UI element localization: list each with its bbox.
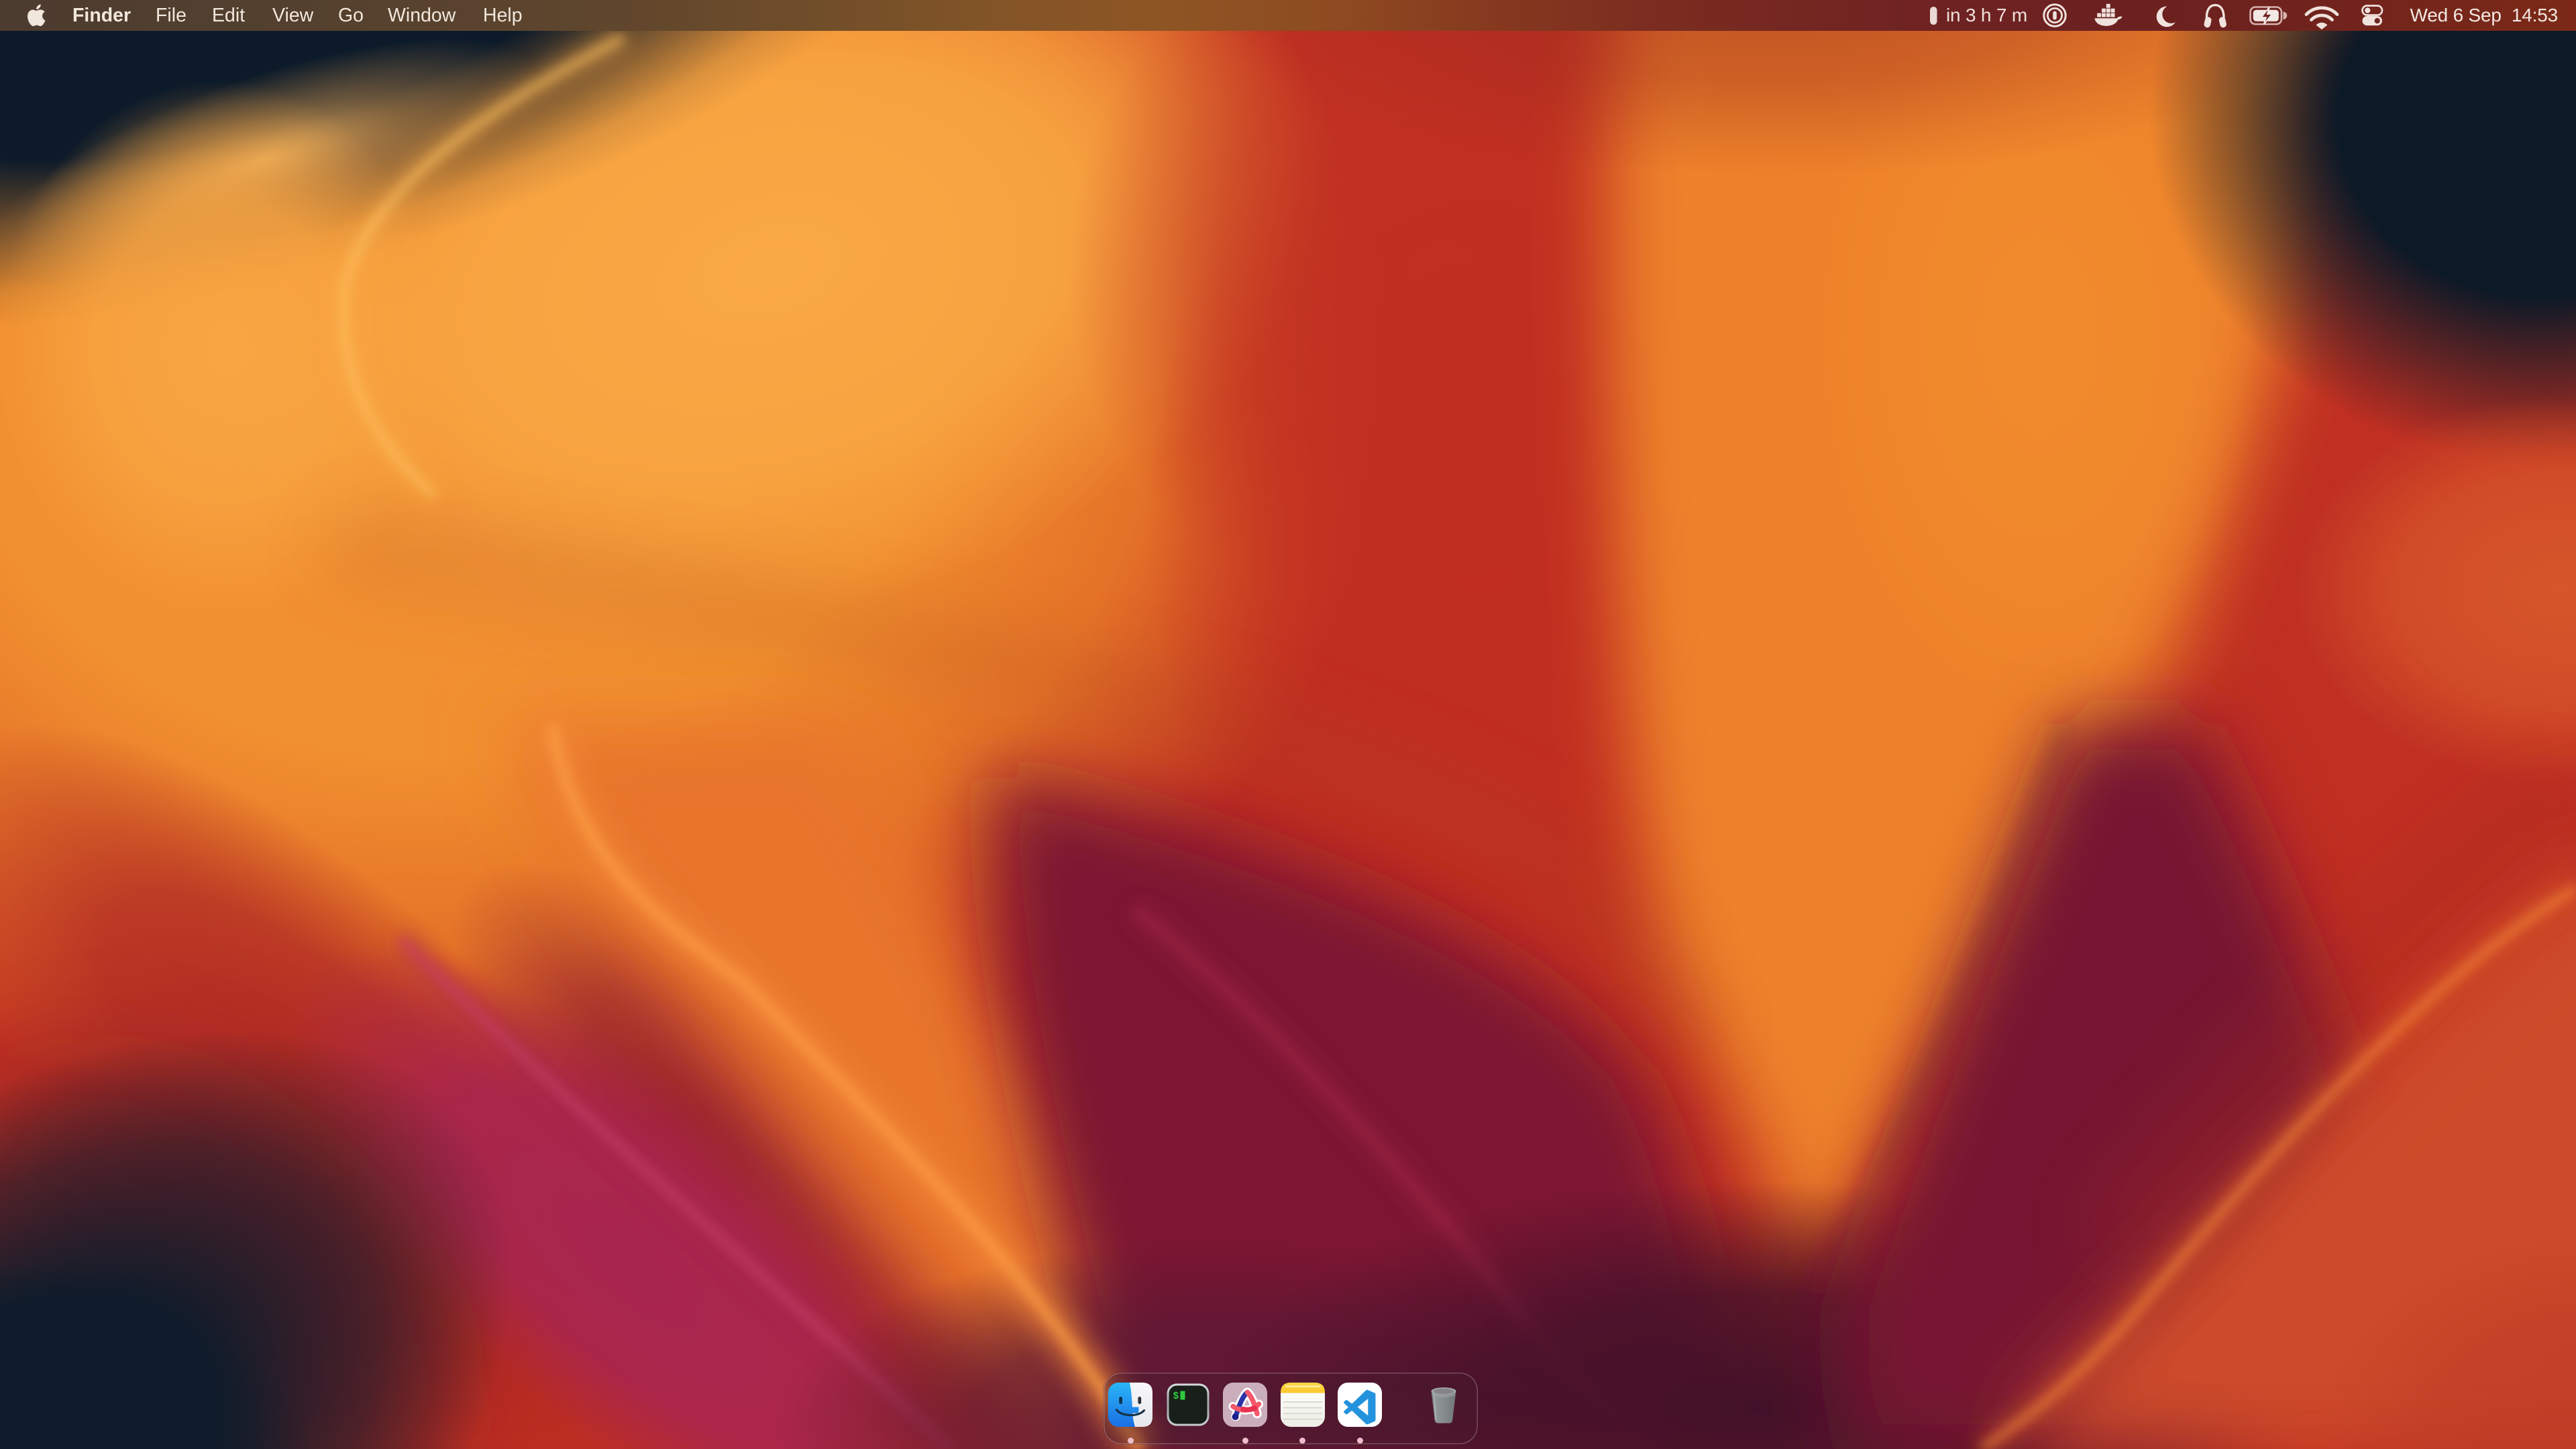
svg-text:$: $ [1173,1391,1179,1402]
